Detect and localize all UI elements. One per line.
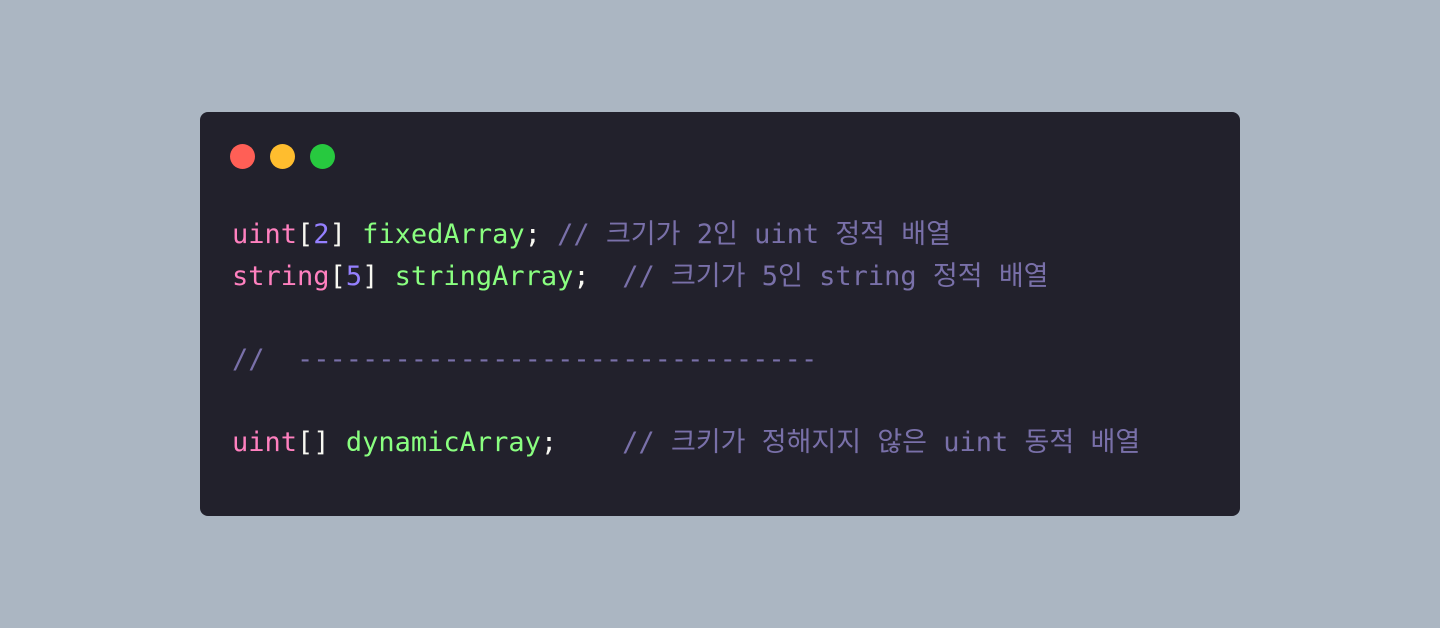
empty-brackets: [] <box>297 426 330 458</box>
separator-comment: // -------------------------------- <box>232 343 818 375</box>
variable-name: fixedArray <box>362 219 525 250</box>
semicolon: ; <box>540 426 623 458</box>
code-line-5-empty <box>232 380 1140 422</box>
open-bracket: [ <box>297 219 314 250</box>
maximize-button[interactable] <box>310 144 335 169</box>
code-line-6: uint[] dynamicArray; // 크키가 정해지지 않은 uint… <box>232 422 1140 464</box>
code-line-3-empty <box>232 297 1140 339</box>
close-button[interactable] <box>230 144 255 169</box>
code-comment: // 크키가 정해지지 않은 uint 동적 배열 <box>622 426 1141 458</box>
code-comment: // 크기가 2인 uint 정적 배열 <box>557 219 951 250</box>
code-line-2: string[5] stringArray; // 크기가 5인 string … <box>232 256 1140 298</box>
close-bracket: ] <box>329 219 346 250</box>
array-size: 5 <box>345 260 363 292</box>
type-keyword: uint <box>232 219 298 250</box>
array-size: 2 <box>313 219 330 250</box>
open-bracket: [ <box>329 260 346 292</box>
variable-name: dynamicArray <box>345 426 541 458</box>
code-window: uint[2] fixedArray; // 크기가 2인 uint 정적 배열… <box>200 112 1240 516</box>
type-keyword: string <box>232 260 330 292</box>
semicolon: ; <box>573 260 623 292</box>
variable-name: stringArray <box>394 260 574 292</box>
close-bracket: ] <box>362 260 379 292</box>
semicolon: ; <box>524 219 558 250</box>
code-block: uint[2] fixedArray; // 크기가 2인 uint 정적 배열… <box>232 214 1140 463</box>
code-line-1: uint[2] fixedArray; // 크기가 2인 uint 정적 배열 <box>232 214 1140 256</box>
code-line-4: // -------------------------------- <box>232 339 1140 381</box>
code-comment: // 크기가 5인 string 정적 배열 <box>622 260 1049 292</box>
minimize-button[interactable] <box>270 144 295 169</box>
window-controls <box>230 144 335 169</box>
type-keyword: uint <box>232 426 298 458</box>
